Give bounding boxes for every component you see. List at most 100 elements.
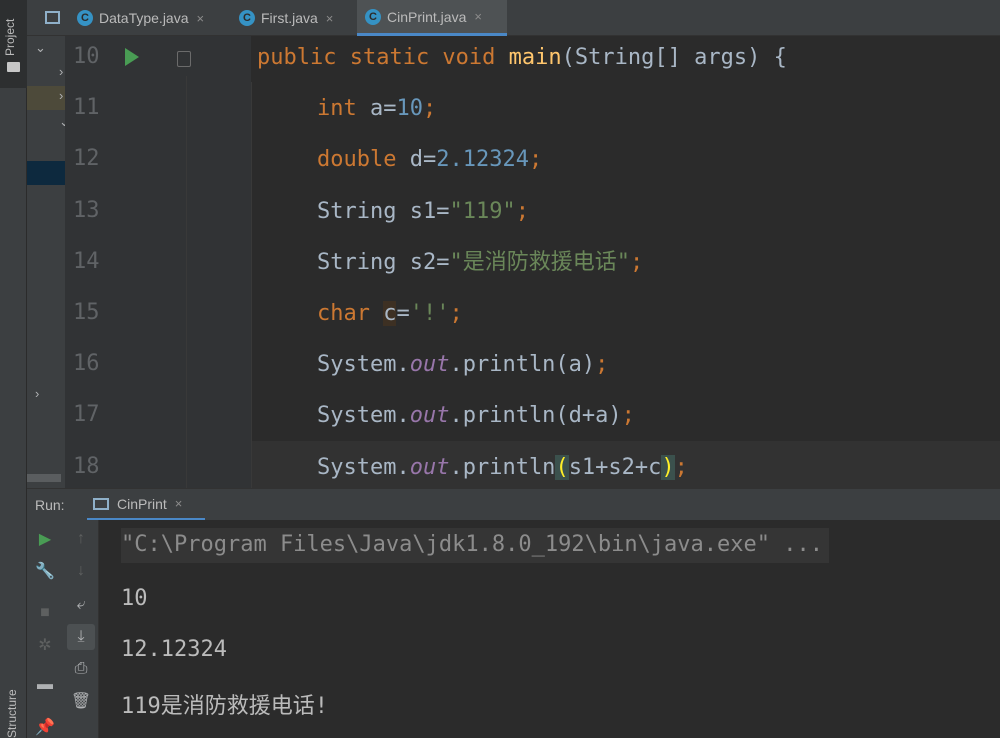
java-class-icon: C — [77, 10, 93, 26]
stop-button[interactable]: ■ — [31, 600, 59, 626]
chevron-right-icon[interactable]: › — [59, 88, 63, 103]
line-number: 15 — [73, 300, 100, 325]
code-line[interactable]: char c='!'; — [317, 300, 463, 351]
trash-icon[interactable]: 🗑 — [67, 688, 95, 714]
code-line[interactable]: System.out.println(s1+s2+c); — [317, 454, 688, 488]
print-icon[interactable]: ⎙ — [67, 656, 95, 682]
code-token: System. — [317, 403, 410, 429]
code-token: ; — [621, 403, 635, 429]
code-token: "是消防救援电话" — [449, 249, 630, 275]
code-token: main — [508, 45, 562, 70]
arrow-up-icon[interactable]: ↑ — [67, 526, 95, 552]
code-token: ; — [449, 301, 463, 326]
project-tree-panel: ⌄ › › ⌄ › — [27, 36, 65, 488]
code-token: char — [317, 301, 384, 326]
code-token: d= — [409, 147, 437, 173]
code-line[interactable]: int a=10; — [317, 95, 436, 146]
code-token: out — [409, 403, 450, 429]
code-token: out — [409, 454, 450, 480]
close-icon[interactable]: × — [474, 9, 482, 24]
code-token: s1+s2+c — [568, 454, 662, 480]
code-token: ; — [595, 352, 609, 378]
run-panel-header: Run: CinPrint × — [27, 488, 1000, 521]
project-tool-tab[interactable]: Project — [0, 0, 27, 88]
code-token: ; — [422, 96, 437, 122]
code-token: ; — [528, 147, 543, 173]
scroll-to-end-button[interactable]: ⤓ — [67, 624, 95, 650]
run-toolbar-primary: ▶ 🔧 ■ ✲ ▬ 📌 — [27, 520, 63, 738]
tool-window-strip: Project Structure — [0, 0, 27, 738]
rerun-button[interactable]: ▶ — [31, 526, 59, 552]
line-number: 16 — [73, 351, 100, 377]
code-line[interactable]: double d=2.12324; — [317, 146, 542, 197]
code-token: .println — [449, 454, 556, 480]
indent-guide — [251, 82, 252, 488]
code-line[interactable]: String s1="119"; — [317, 198, 529, 249]
line-number: 17 — [73, 402, 100, 428]
tree-item-highlight[interactable] — [27, 161, 65, 185]
close-icon[interactable]: × — [175, 496, 183, 511]
code-token: String s1= — [317, 198, 450, 224]
console-output-line: 12.12324 — [121, 637, 227, 662]
code-token: .println(d+a) — [449, 403, 622, 429]
line-number: 18 — [73, 453, 100, 479]
tab-cinprint[interactable]: C CinPrint.java × — [357, 0, 507, 36]
layout-icon[interactable]: ▬ — [31, 672, 59, 698]
code-line[interactable]: String s2="是消防救援电话"; — [317, 249, 643, 300]
console-output[interactable]: "C:\Program Files\Java\jdk1.8.0_192\bin\… — [99, 520, 1000, 738]
code-token: System. — [317, 352, 410, 378]
run-main-icon[interactable] — [125, 48, 139, 66]
code-token: out — [409, 352, 450, 378]
code-token: 10 — [396, 96, 423, 122]
gutter-separator — [186, 76, 187, 488]
chevron-right-icon[interactable]: › — [35, 386, 39, 401]
line-number: 14 — [73, 248, 100, 274]
wrench-icon[interactable]: 🔧 — [31, 558, 59, 584]
console-output-line: 119是消防救援电话! — [121, 694, 328, 719]
run-config-tab[interactable]: CinPrint × — [87, 489, 205, 521]
fold-icon[interactable] — [177, 51, 191, 67]
code-token: double — [317, 147, 410, 173]
code-token: (String[] args) { — [561, 45, 787, 70]
pin-icon[interactable]: 📌 — [31, 714, 59, 738]
tab-label: DataType.java — [99, 10, 189, 26]
console-command-line: "C:\Program Files\Java\jdk1.8.0_192\bin\… — [121, 528, 829, 563]
code-token: ) — [661, 454, 675, 480]
run-tab-label: CinPrint — [117, 495, 167, 512]
structure-tool-label[interactable]: Structure — [5, 689, 19, 738]
code-token: .println(a) — [449, 352, 596, 378]
soft-wrap-button[interactable]: ⤶ — [67, 592, 95, 618]
run-label: Run: — [35, 497, 65, 513]
folder-icon — [7, 62, 20, 72]
java-class-icon: C — [365, 8, 381, 25]
code-token: String s2= — [317, 249, 450, 275]
tab-label: First.java — [261, 10, 318, 26]
chevron-right-icon[interactable]: › — [59, 64, 63, 79]
code-token: ; — [629, 249, 644, 275]
code-token: int — [317, 96, 370, 122]
arrow-down-icon[interactable]: ↓ — [67, 558, 95, 584]
editor-layout-icon[interactable] — [45, 11, 60, 24]
tab-label: CinPrint.java — [387, 8, 467, 25]
close-icon[interactable]: × — [197, 11, 205, 26]
code-token: = — [396, 301, 410, 326]
code-line[interactable]: System.out.println(a); — [317, 351, 608, 402]
line-number: 12 — [73, 146, 100, 172]
code-token: System. — [317, 454, 410, 480]
code-editor[interactable]: public static void main(String[] args) {… — [251, 36, 1000, 488]
code-line[interactable]: System.out.println(d+a); — [317, 402, 635, 453]
code-token: "119" — [449, 198, 516, 224]
editor-gutter: 10 11 12 13 14 15 16 17 18 — [65, 36, 251, 488]
code-line[interactable]: public static void main(String[] args) { — [257, 44, 787, 95]
code-token: ; — [674, 454, 688, 480]
java-class-icon: C — [239, 10, 255, 26]
tab-first[interactable]: C First.java × — [239, 0, 357, 36]
debug-icon[interactable]: ✲ — [31, 632, 59, 658]
horizontal-scrollbar[interactable] — [27, 474, 61, 482]
chevron-down-icon[interactable]: ⌄ — [35, 40, 46, 56]
close-icon[interactable]: × — [326, 11, 334, 26]
code-token: a= — [369, 96, 397, 122]
line-number: 13 — [73, 197, 100, 223]
line-number: 10 — [73, 44, 100, 69]
tab-datatype[interactable]: C DataType.java × — [77, 0, 227, 36]
